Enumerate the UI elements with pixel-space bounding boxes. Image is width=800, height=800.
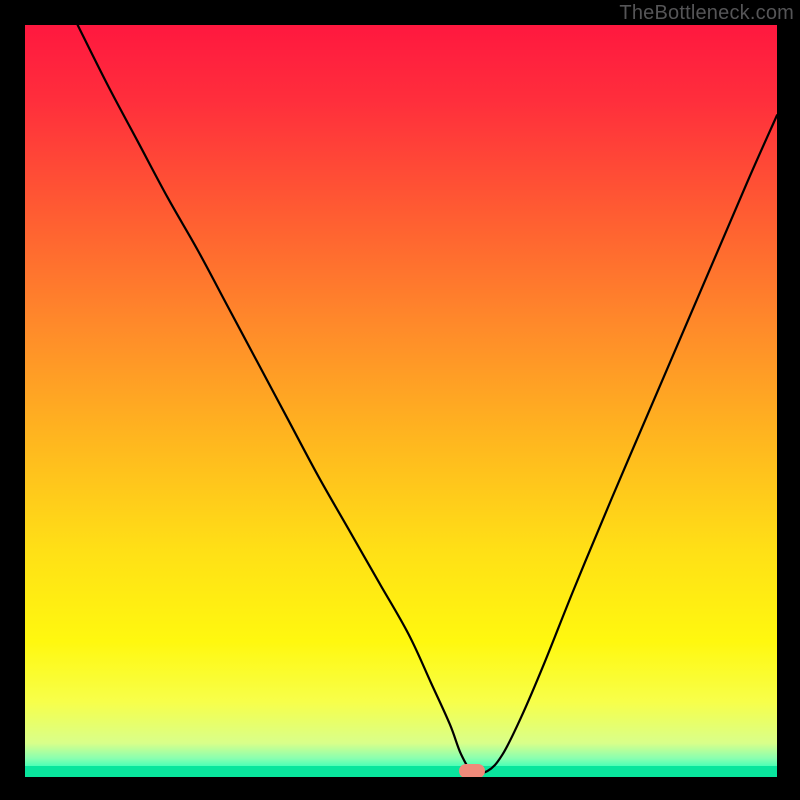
optimum-marker	[459, 764, 485, 777]
plot-area	[25, 25, 777, 777]
bottleneck-curve	[25, 25, 777, 777]
watermark-text: TheBottleneck.com	[619, 2, 794, 25]
chart-frame: TheBottleneck.com	[0, 0, 800, 800]
